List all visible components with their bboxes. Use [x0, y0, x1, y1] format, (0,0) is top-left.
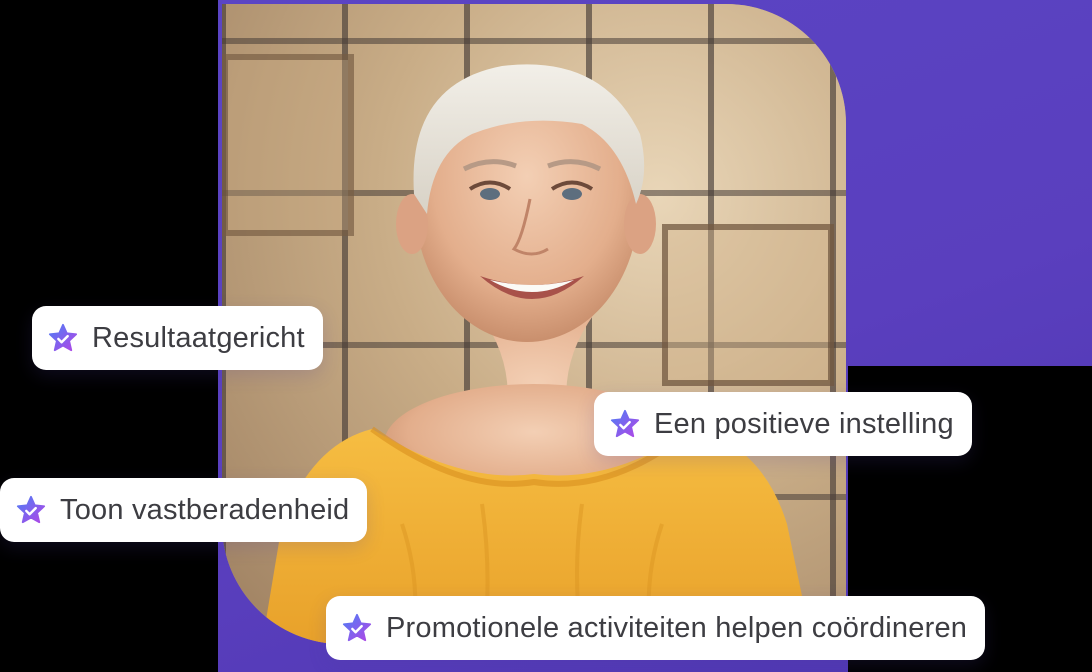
star-check-icon: [48, 323, 78, 352]
trait-chip-promotional-activities: Promotionele activiteiten helpen coördin…: [326, 596, 986, 660]
chip-label: Resultaatgericht: [92, 321, 305, 354]
chip-label: Een positieve instelling: [654, 407, 954, 440]
star-check-icon: [342, 613, 372, 642]
star-check-icon: [610, 409, 640, 438]
chip-label: Promotionele activiteiten helpen coördin…: [386, 611, 968, 644]
star-check-icon: [16, 495, 46, 524]
trait-chip-result-oriented: Resultaatgericht: [32, 306, 323, 370]
trait-chip-positive-attitude: Een positieve instelling: [594, 392, 972, 456]
trait-chip-determination: Toon vastberadenheid: [0, 478, 368, 542]
chip-label: Toon vastberadenheid: [60, 493, 350, 526]
hero-illustration: Resultaatgericht Een positieve instellin…: [0, 0, 1092, 672]
